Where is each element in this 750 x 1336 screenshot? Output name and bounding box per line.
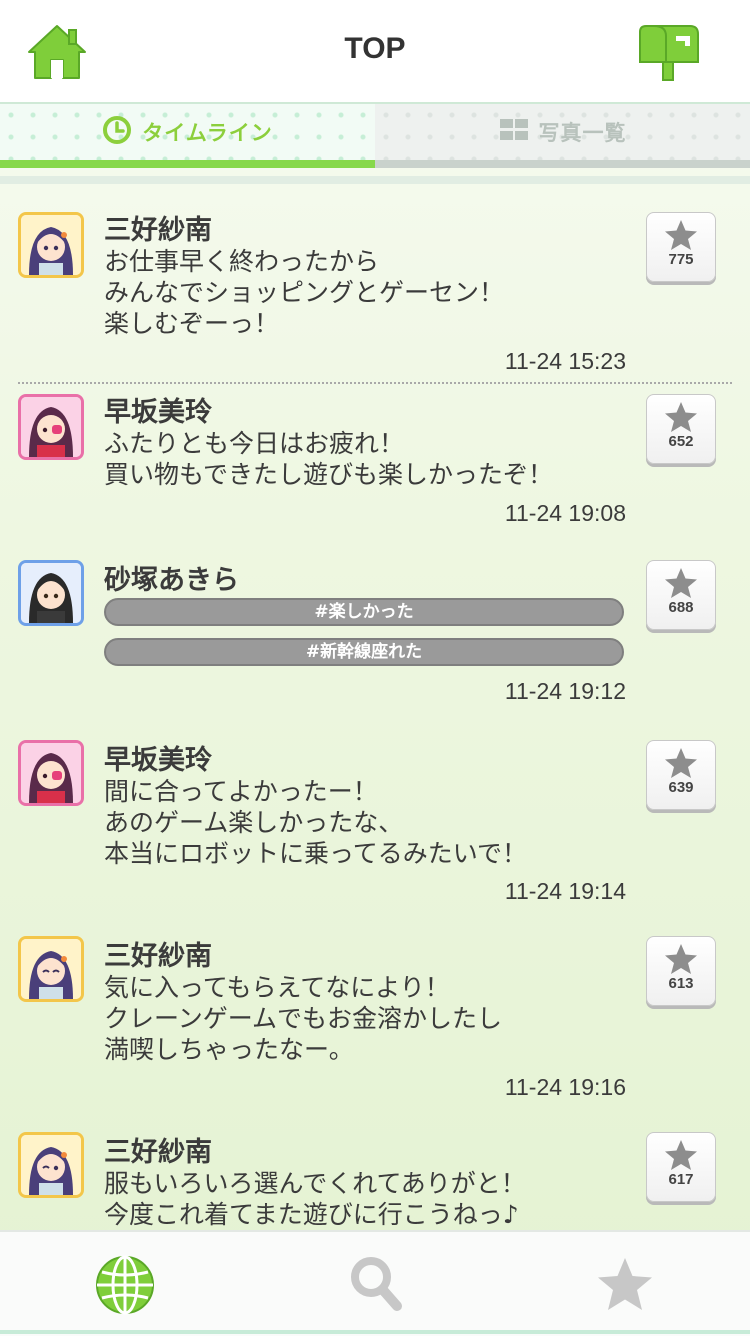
avatar[interactable] <box>18 394 84 460</box>
post-timestamp: 11-24 19:12 <box>504 678 626 704</box>
post-timestamp: 11-24 15:23 <box>504 348 626 374</box>
tab-photos[interactable]: 写真一覧 <box>375 104 750 168</box>
tab-photos-label: 写真一覧 <box>538 121 627 145</box>
post-author: 早坂美玲 <box>104 745 212 776</box>
favorite-count: 652 <box>668 433 694 450</box>
star-icon <box>665 1140 697 1170</box>
post-timestamp: 11-24 19:08 <box>504 500 626 526</box>
favorite-button[interactable]: 652 <box>646 394 716 464</box>
favorite-count: 613 <box>668 975 694 992</box>
post-line: 服もいろいろ選んでくれてありがと！ <box>104 1169 526 1198</box>
tab-bar: タイムライン 写真一覧 <box>0 104 750 168</box>
search-icon[interactable] <box>350 1256 402 1312</box>
tab-timeline[interactable]: タイムライン <box>0 104 375 168</box>
favorite-button[interactable]: 688 <box>646 560 716 630</box>
star-icon <box>665 402 697 432</box>
post-body: 服もいろいろ選んでくれてありがと！ 今度これ着てまた遊びに行こうねっ♪ <box>104 1168 624 1230</box>
favorite-count: 688 <box>668 599 694 616</box>
post-author: 三好紗南 <box>104 215 212 246</box>
clock-icon <box>102 115 132 149</box>
divider <box>0 176 750 184</box>
favorite-button[interactable]: 775 <box>646 212 716 282</box>
favorite-count: 639 <box>668 779 694 796</box>
avatar[interactable] <box>18 1132 84 1198</box>
post-separator <box>18 382 732 384</box>
hashtag-chip[interactable]: #新幹線座れた <box>104 638 624 666</box>
avatar[interactable] <box>18 560 84 626</box>
favorite-button[interactable]: 613 <box>646 936 716 1006</box>
star-icon <box>665 220 697 250</box>
favorite-button[interactable]: 617 <box>646 1132 716 1202</box>
post-line: ふたりとも今日はお疲れ！ <box>104 429 405 458</box>
post-line: 買い物もできたし遊びも楽しかったぞ！ <box>104 460 554 489</box>
star-icon <box>665 944 697 974</box>
post-body: 間に合ってよかったー！ あのゲーム楽しかったな、 本当にロボットに乗ってるみたい… <box>104 776 624 869</box>
star-icon <box>665 568 697 598</box>
bottom-nav <box>0 1230 750 1336</box>
globe-icon[interactable] <box>94 1254 156 1316</box>
avatar[interactable] <box>18 936 84 1002</box>
hashtag-chip[interactable]: #楽しかった <box>104 598 624 626</box>
post-author: 砂塚あきら <box>104 565 239 596</box>
mailbox-icon[interactable] <box>636 24 700 82</box>
post-line: 気に入ってもらえてなにより！ <box>104 973 450 1002</box>
post-line: 今度これ着てまた遊びに行こうねっ♪ <box>104 1200 519 1229</box>
header: TOP <box>0 0 750 104</box>
post-author: 早坂美玲 <box>104 397 212 428</box>
post-author: 三好紗南 <box>104 1137 212 1168</box>
post-line: お仕事早く終わったから <box>104 247 380 276</box>
post-line: 間に合ってよかったー！ <box>104 777 378 806</box>
post-body: 気に入ってもらえてなにより！ クレーンゲームでもお金溶かしたし 満喫しちゃったな… <box>104 972 624 1065</box>
post-body: ふたりとも今日はお疲れ！ 買い物もできたし遊びも楽しかったぞ！ <box>104 428 624 490</box>
avatar[interactable] <box>18 212 84 278</box>
post-line: 楽しむぞーっ！ <box>104 309 280 338</box>
avatar[interactable] <box>18 740 84 806</box>
star-icon[interactable] <box>596 1256 654 1312</box>
post-timestamp: 11-24 19:16 <box>504 1074 626 1100</box>
tab-timeline-label: タイムライン <box>142 121 273 145</box>
grid-icon <box>499 118 529 146</box>
star-icon <box>665 748 697 778</box>
favorite-button[interactable]: 639 <box>646 740 716 810</box>
favorite-count: 775 <box>668 251 694 268</box>
post-line: 満喫しちゃったなー。 <box>104 1035 354 1064</box>
post-timestamp: 11-24 19:14 <box>504 878 626 904</box>
post-line: あのゲーム楽しかったな、 <box>104 808 404 837</box>
post-author: 三好紗南 <box>104 941 212 972</box>
favorite-count: 617 <box>668 1171 694 1188</box>
post-line: 本当にロボットに乗ってるみたいで！ <box>104 839 528 868</box>
post-line: みんなでショッピングとゲーセン！ <box>104 278 505 307</box>
post-body: お仕事早く終わったから みんなでショッピングとゲーセン！ 楽しむぞーっ！ <box>104 246 624 339</box>
bottom-accent-line <box>0 1330 750 1334</box>
post-line: クレーンゲームでもお金溶かしたし <box>104 1004 503 1033</box>
timeline-feed[interactable]: 三好紗南 お仕事早く終わったから みんなでショッピングとゲーセン！ 楽しむぞーっ… <box>0 190 750 1230</box>
